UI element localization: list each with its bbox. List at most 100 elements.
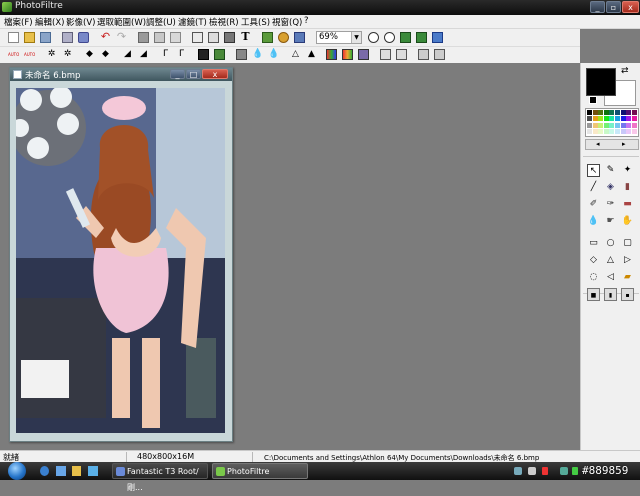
- sharpen-icon[interactable]: △: [290, 49, 301, 60]
- palette-swatch[interactable]: [620, 129, 626, 135]
- fit-window-icon[interactable]: [400, 32, 411, 43]
- paste-icon[interactable]: [154, 32, 165, 43]
- polygon-shape-icon[interactable]: ◁: [604, 271, 617, 284]
- actual-size-icon[interactable]: [416, 32, 427, 43]
- palette-swatch[interactable]: [603, 129, 609, 135]
- palette-swatch[interactable]: [620, 116, 626, 122]
- palette-swatch[interactable]: [620, 122, 626, 128]
- palette-swatch[interactable]: [631, 129, 637, 135]
- rounded-rect-shape-icon[interactable]: ▢: [621, 237, 634, 250]
- saturation-up-icon[interactable]: ◢: [138, 49, 149, 60]
- undo-icon[interactable]: ↶: [100, 31, 111, 42]
- saturation-down-icon[interactable]: ◢: [122, 49, 133, 60]
- brightness-up-icon[interactable]: ✲: [62, 49, 73, 60]
- menu-help[interactable]: ?: [304, 16, 309, 26]
- palette-swatch[interactable]: [609, 116, 615, 122]
- palette-swatch[interactable]: [598, 110, 604, 115]
- lasso-icon[interactable]: ◌: [587, 271, 600, 284]
- triangle-right-shape-icon[interactable]: ▷: [621, 254, 634, 267]
- auto-contrast-icon[interactable]: AUTO: [24, 49, 35, 60]
- menu-adjust[interactable]: 調整(U): [146, 16, 176, 28]
- taskbar-item-browser[interactable]: Fantastic T3 Root/剛...: [112, 463, 208, 492]
- explorer-icon[interactable]: [72, 466, 81, 476]
- palette-swatch[interactable]: [626, 116, 632, 122]
- blur-icon[interactable]: 💧: [268, 49, 279, 60]
- ie-icon[interactable]: [40, 466, 49, 476]
- volume-icon[interactable]: [528, 467, 536, 475]
- doc-minimize-button[interactable]: _: [170, 69, 185, 79]
- grayscale-icon[interactable]: [198, 49, 209, 60]
- contrast-up-icon[interactable]: ◆: [100, 49, 111, 60]
- zoom-out-icon[interactable]: [384, 32, 395, 43]
- chevron-down-icon[interactable]: ▼: [351, 32, 361, 43]
- doc-close-button[interactable]: x: [202, 69, 228, 79]
- scan-icon[interactable]: [78, 32, 89, 43]
- palette-swatch[interactable]: [626, 122, 632, 128]
- hue-icon[interactable]: [342, 49, 353, 60]
- palette-swatch[interactable]: [620, 110, 626, 115]
- eyedropper-tool-icon[interactable]: ✎: [604, 164, 617, 177]
- brush-tool-icon[interactable]: ✐: [587, 198, 600, 211]
- selection-mode2-icon[interactable]: ▮: [604, 288, 617, 301]
- network-icon[interactable]: [514, 467, 522, 475]
- palette-swatch[interactable]: [598, 116, 604, 122]
- canvas-size-icon[interactable]: [208, 32, 219, 43]
- palette-swatch[interactable]: [598, 129, 604, 135]
- minimize-button[interactable]: _: [590, 1, 605, 13]
- menu-file[interactable]: 檔案(F): [4, 16, 33, 28]
- palette-swatch[interactable]: [626, 129, 632, 135]
- rotate-left-icon[interactable]: [418, 49, 429, 60]
- palette-swatch[interactable]: [631, 110, 637, 115]
- frame-icon[interactable]: [224, 32, 235, 43]
- line-tool-icon[interactable]: ╱: [587, 181, 600, 194]
- menu-edit[interactable]: 編輯(X): [35, 16, 64, 28]
- palette-swatch[interactable]: [592, 110, 598, 115]
- palette-swatch[interactable]: [587, 110, 592, 115]
- effect-icon[interactable]: [358, 49, 369, 60]
- open-folder-icon[interactable]: [24, 32, 35, 43]
- color-palette[interactable]: [585, 108, 639, 137]
- palette-swatch[interactable]: [615, 110, 620, 115]
- pointer-tool-icon[interactable]: ↖: [587, 164, 600, 177]
- windows-switch-icon[interactable]: [88, 466, 98, 476]
- smudge-tool-icon[interactable]: ☛: [604, 215, 617, 228]
- redo-icon[interactable]: ↷: [116, 31, 127, 42]
- fullscreen-icon[interactable]: [432, 32, 443, 43]
- start-button[interactable]: [8, 462, 26, 480]
- palette-swatch[interactable]: [609, 110, 615, 115]
- sepia-icon[interactable]: [214, 49, 225, 60]
- plugin-icon[interactable]: [278, 32, 289, 43]
- rotate-right-icon[interactable]: [434, 49, 445, 60]
- selection-mode-icon[interactable]: ■: [587, 288, 600, 301]
- new-file-icon[interactable]: [8, 32, 19, 43]
- selection-mode3-icon[interactable]: ▪: [621, 288, 634, 301]
- rectangle-shape-icon[interactable]: ▭: [587, 237, 600, 250]
- menu-image[interactable]: 影像(V): [66, 16, 95, 28]
- advanced-brush-tool-icon[interactable]: ✑: [604, 198, 617, 211]
- taskbar-item-photofiltre[interactable]: PhotoFiltre: [212, 463, 308, 479]
- document-window[interactable]: 未命名 6.bmp _ □ x: [9, 67, 233, 442]
- doc-maximize-button[interactable]: □: [186, 69, 201, 79]
- swap-colors-icon[interactable]: ⇄: [621, 66, 629, 76]
- palette-prev-icon[interactable]: ◂: [596, 140, 600, 149]
- browser-icon[interactable]: [294, 32, 305, 43]
- zoom-select[interactable]: 69% ▼: [316, 31, 362, 44]
- palette-swatch[interactable]: [587, 129, 592, 135]
- triangle-shape-icon[interactable]: △: [604, 254, 617, 267]
- print-icon[interactable]: [62, 32, 73, 43]
- restore-button[interactable]: ▫: [606, 1, 621, 13]
- palette-swatch[interactable]: [609, 122, 615, 128]
- diamond-shape-icon[interactable]: ◇: [587, 254, 600, 267]
- palette-swatch[interactable]: [587, 116, 592, 122]
- open-shape-icon[interactable]: ▰: [621, 271, 634, 284]
- magic-wand-tool-icon[interactable]: ✦: [621, 164, 634, 177]
- gamma-down-icon[interactable]: Γ: [160, 49, 171, 60]
- sharpen-more-icon[interactable]: ▲: [306, 49, 317, 60]
- palette-swatch[interactable]: [615, 116, 620, 122]
- palette-swatch[interactable]: [592, 129, 598, 135]
- palette-swatch[interactable]: [603, 116, 609, 122]
- palette-swatch[interactable]: [603, 110, 609, 115]
- image-size-icon[interactable]: [192, 32, 203, 43]
- dust-icon[interactable]: [236, 49, 247, 60]
- palette-swatch[interactable]: [603, 122, 609, 128]
